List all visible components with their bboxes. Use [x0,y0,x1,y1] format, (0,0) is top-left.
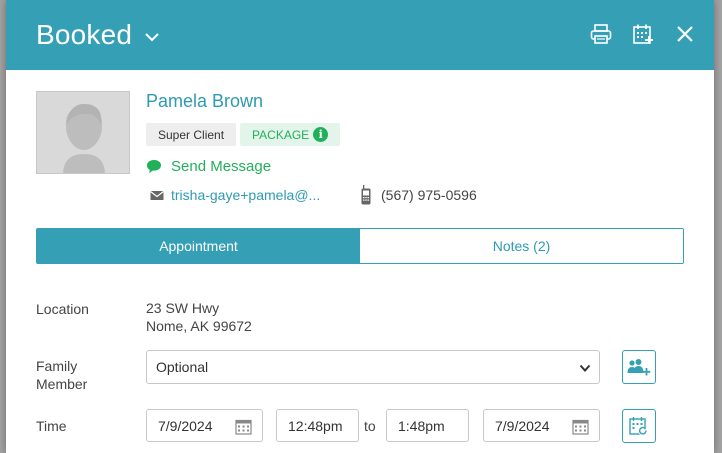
start-date-value: 7/9/2024 [158,417,213,434]
send-message-label: Send Message [171,158,272,175]
booking-modal: Booked Pamela Brown Super Client PACKAGE… [6,0,714,453]
location-line-2: Nome, AK 99672 [146,318,252,334]
contact-row: trisha-gaye+pamela@... (567) 975-0596 [150,185,477,205]
tab-appointment[interactable]: Appointment [37,229,360,263]
close-icon[interactable] [674,23,696,45]
package-badge[interactable]: PACKAGE i [240,123,341,146]
time-range-to-label: to [364,418,376,434]
start-date-input[interactable]: 7/9/2024 [146,409,263,442]
end-date-value: 7/9/2024 [495,417,550,434]
info-icon[interactable]: i [313,127,329,142]
avatar [36,91,130,174]
family-member-label: Family Member [36,357,87,393]
family-member-select[interactable]: Optional [146,350,600,384]
send-message-link[interactable]: Send Message [146,158,271,175]
status-title[interactable]: Booked [36,19,132,51]
end-time-value: 1:48pm [398,417,445,434]
calendar-icon[interactable] [572,418,589,435]
calendar-refresh-icon [629,417,648,436]
add-family-member-button[interactable] [622,350,656,384]
calendar-icon[interactable] [235,418,252,435]
chevron-down-icon[interactable] [144,29,160,45]
location-label: Location [36,301,89,317]
recurrence-button[interactable] [622,409,656,443]
end-date-input[interactable]: 7/9/2024 [483,409,600,442]
client-summary: Pamela Brown Super Client PACKAGE i Send… [36,91,696,205]
super-client-badge: Super Client [146,123,237,146]
client-email[interactable]: trisha-gaye+pamela@... [171,187,331,203]
modal-tabs: Appointment Notes (2) [36,228,684,264]
start-time-value: 12:48pm [288,417,343,434]
end-time-input[interactable]: 1:48pm [386,409,469,442]
client-badges: Super Client PACKAGE i [146,123,341,146]
header-actions [590,23,696,45]
modal-header: Booked [6,0,714,70]
phone-group: (567) 975-0596 [361,185,477,205]
calendar-add-icon[interactable] [632,23,654,45]
client-phone[interactable]: (567) 975-0596 [381,187,477,203]
package-badge-label: PACKAGE [252,127,310,142]
avatar-silhouette-icon [37,92,129,173]
location-line-1: 23 SW Hwy [146,300,220,316]
chevron-down-icon [579,364,591,372]
chat-bubble-icon [147,160,161,173]
family-label-line-2: Member [36,376,88,392]
print-icon[interactable] [590,23,612,45]
tab-notes[interactable]: Notes (2) [360,229,683,263]
time-label: Time [36,418,67,434]
client-name[interactable]: Pamela Brown [146,91,263,112]
start-time-input[interactable]: 12:48pm [276,409,359,442]
mobile-phone-icon [361,185,371,205]
envelope-icon [150,190,164,200]
add-family-icon [627,359,651,376]
location-value: 23 SW Hwy Nome, AK 99672 [146,299,252,335]
family-label-line-1: Family [36,358,78,374]
family-member-value: Optional [156,359,209,375]
